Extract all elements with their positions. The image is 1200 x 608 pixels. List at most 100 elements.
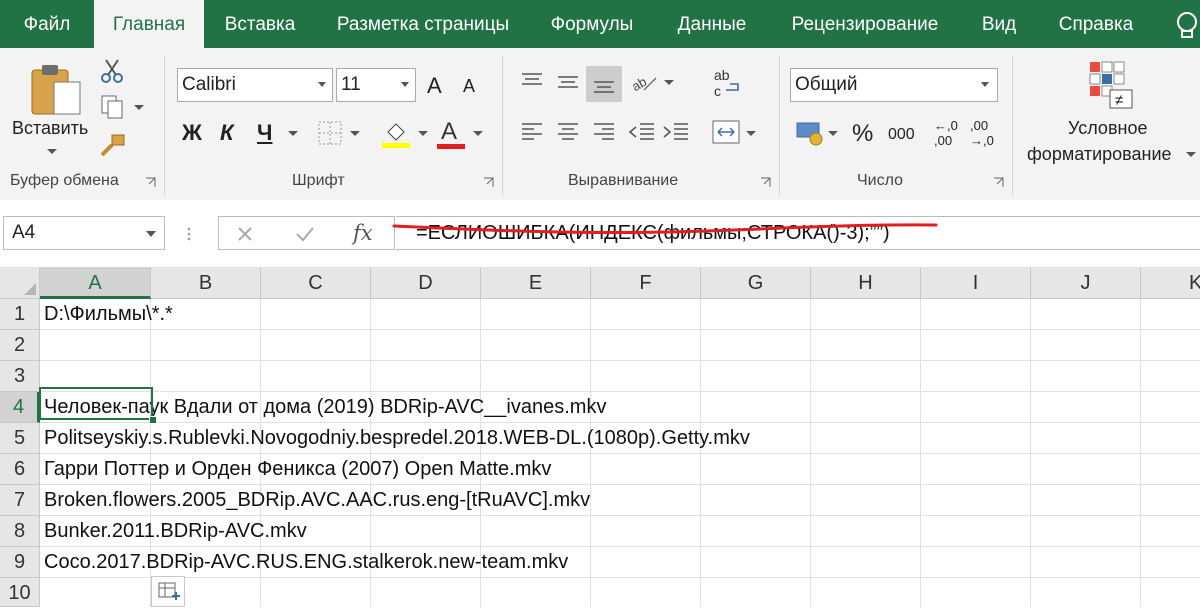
chevron-down-icon[interactable] <box>288 131 298 137</box>
gridline <box>40 329 1200 330</box>
font-color-button[interactable]: A <box>441 118 457 146</box>
align-top-icon[interactable] <box>520 72 544 92</box>
cell-a8[interactable]: Bunker.2011.BDRip-AVC.mkv <box>44 516 307 546</box>
column-header-i[interactable]: I <box>921 267 1031 299</box>
tab-page-layout[interactable]: Разметка страницы <box>322 0 524 48</box>
column-header-d[interactable]: D <box>371 267 481 299</box>
row-header-8[interactable]: 8 <box>0 516 40 547</box>
font-name-select[interactable]: Calibri <box>177 68 333 102</box>
column-header-c[interactable]: C <box>261 267 371 299</box>
italic-button[interactable]: К <box>220 120 234 146</box>
merge-center-icon[interactable] <box>712 120 740 144</box>
currency-icon[interactable] <box>796 120 826 146</box>
tab-review[interactable]: Рецензирование <box>776 0 954 48</box>
column-header-g[interactable]: G <box>701 267 811 299</box>
align-right-icon[interactable] <box>592 122 616 142</box>
tab-insert[interactable]: Вставка <box>212 0 308 48</box>
row-header-9[interactable]: 9 <box>0 547 40 578</box>
enter-check-icon[interactable] <box>295 226 315 242</box>
group-divider <box>164 56 165 196</box>
ribbon-tab-bar: Файл Главная Вставка Разметка страницы Ф… <box>0 0 1200 48</box>
orientation-icon[interactable]: ab <box>630 70 658 94</box>
align-left-icon[interactable] <box>520 122 544 142</box>
conditional-formatting-label-line2[interactable]: форматирование <box>1027 144 1172 165</box>
conditional-formatting-icon[interactable]: ≠ <box>1088 60 1136 110</box>
row-header-10[interactable]: 10 <box>0 578 40 607</box>
column-header-e[interactable]: E <box>481 267 591 299</box>
column-header-h[interactable]: H <box>811 267 921 299</box>
cell-a6[interactable]: Гарри Поттер и Орден Феникса (2007) Open… <box>44 454 551 484</box>
dialog-launcher-icon[interactable] <box>483 177 494 188</box>
resize-handle-icon[interactable] <box>186 227 192 241</box>
decrease-indent-icon[interactable] <box>628 122 656 142</box>
chevron-down-icon[interactable] <box>146 231 156 237</box>
dialog-launcher-icon[interactable] <box>145 177 156 188</box>
number-format-select[interactable]: Общий <box>790 68 998 102</box>
increase-indent-icon[interactable] <box>662 122 690 142</box>
column-header-k[interactable]: K <box>1141 267 1200 299</box>
chevron-down-icon[interactable] <box>46 148 58 156</box>
tab-data[interactable]: Данные <box>662 0 762 48</box>
format-painter-icon[interactable] <box>100 133 126 157</box>
percent-button[interactable]: % <box>852 120 873 148</box>
grow-font-button[interactable]: A <box>427 73 442 99</box>
fill-color-icon[interactable] <box>382 118 412 148</box>
number-group-label: Число <box>857 172 904 189</box>
chevron-down-icon[interactable] <box>664 80 674 86</box>
tab-home[interactable]: Главная <box>94 0 204 48</box>
conditional-formatting-label-line1[interactable]: Условное <box>1068 118 1147 139</box>
cell-a9[interactable]: Coco.2017.BDRip-AVC.RUS.ENG.stalkerok.ne… <box>44 547 568 577</box>
cell-a1[interactable]: D:\Фильмы\*.* <box>44 299 173 329</box>
column-header-b[interactable]: B <box>151 267 261 299</box>
chevron-down-icon[interactable] <box>1186 152 1196 158</box>
shrink-font-button[interactable]: A <box>463 76 475 97</box>
clipboard-group-label: Буфер обмена <box>10 172 119 189</box>
scissors-icon[interactable] <box>100 58 124 84</box>
decrease-decimal-button[interactable]: ,00 →,0 <box>966 118 1000 152</box>
paste-icon[interactable] <box>26 60 84 116</box>
row-header-3[interactable]: 3 <box>0 361 40 392</box>
align-center-icon[interactable] <box>556 122 580 142</box>
chevron-down-icon[interactable] <box>418 131 428 137</box>
chevron-down-icon[interactable] <box>828 131 838 137</box>
bold-button[interactable]: Ж <box>182 120 202 146</box>
chevron-down-icon[interactable] <box>473 131 483 137</box>
name-box[interactable]: A4 <box>3 216 165 250</box>
dialog-launcher-icon[interactable] <box>993 177 1004 188</box>
tab-view[interactable]: Вид <box>968 0 1030 48</box>
select-all-button[interactable] <box>0 267 40 299</box>
insert-function-button[interactable]: fx <box>353 217 373 249</box>
chevron-down-icon <box>981 82 989 87</box>
row-header-7[interactable]: 7 <box>0 485 40 516</box>
borders-icon[interactable] <box>318 121 342 145</box>
row-header-6[interactable]: 6 <box>0 454 40 485</box>
thousands-separator-button[interactable]: 000 <box>888 126 915 144</box>
increase-decimal-button[interactable]: ←,0 ,00 <box>930 118 964 152</box>
underline-button[interactable]: Ч <box>257 120 272 146</box>
tab-help[interactable]: Справка <box>1044 0 1148 48</box>
cell-a5[interactable]: Politseyskiy.s.Rublevki.Novogodniy.bespr… <box>44 423 750 453</box>
chevron-down-icon[interactable] <box>134 105 144 111</box>
active-cell-border <box>39 387 153 420</box>
wrap-text-icon[interactable]: ab c <box>712 68 742 100</box>
chevron-down-icon[interactable] <box>350 131 360 137</box>
row-header-1[interactable]: 1 <box>0 299 40 330</box>
lightbulb-icon[interactable] <box>1174 10 1200 40</box>
row-header-4[interactable]: 4 <box>0 392 40 423</box>
cancel-icon[interactable] <box>237 226 253 242</box>
chevron-down-icon[interactable] <box>746 131 756 137</box>
paste-label[interactable]: Вставить <box>12 118 88 139</box>
copy-icon[interactable] <box>100 94 128 120</box>
column-header-f[interactable]: F <box>591 267 701 299</box>
align-middle-icon[interactable] <box>556 72 580 92</box>
cell-a7[interactable]: Broken.flowers.2005_BDRip.AVC.AAC.rus.en… <box>44 485 590 515</box>
dialog-launcher-icon[interactable] <box>760 177 771 188</box>
tab-formulas[interactable]: Формулы <box>536 0 648 48</box>
column-header-a[interactable]: A <box>40 267 151 299</box>
quick-analysis-button[interactable] <box>151 576 185 607</box>
tab-file[interactable]: Файл <box>0 0 94 48</box>
row-header-5[interactable]: 5 <box>0 423 40 454</box>
row-header-2[interactable]: 2 <box>0 330 40 361</box>
column-header-j[interactable]: J <box>1031 267 1141 299</box>
fill-handle[interactable] <box>149 416 157 424</box>
